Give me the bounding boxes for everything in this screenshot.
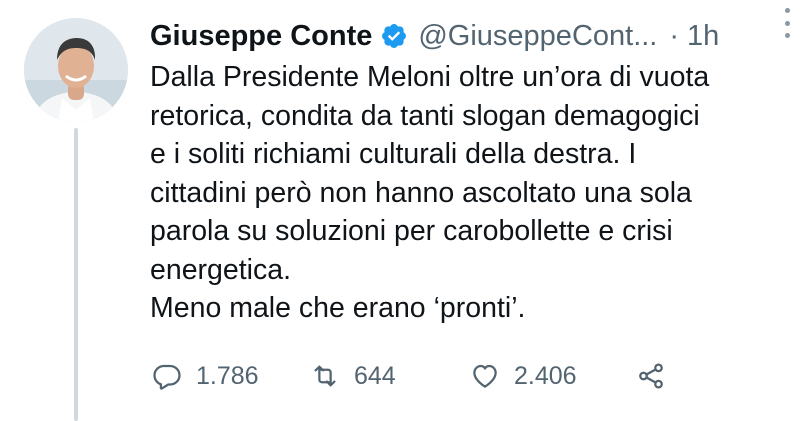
author-name[interactable]: Giuseppe Conte <box>150 20 372 53</box>
verified-badge-icon <box>380 22 408 50</box>
tweet[interactable]: Giuseppe Conte @GiuseppeCont... · 1h Dal… <box>0 0 800 421</box>
tweet-text-line: parola su soluzioni per carobollette e c… <box>150 215 673 247</box>
separator-dot: · <box>669 19 680 52</box>
thread-line <box>74 128 78 421</box>
retweet-icon <box>314 365 336 387</box>
tweet-text-line: retorica, condita da tanti slogan demago… <box>150 99 700 132</box>
share-button[interactable] <box>636 356 680 396</box>
more-options-icon[interactable] <box>782 8 792 38</box>
like-button[interactable]: 2.406 <box>470 356 577 396</box>
tweet-text-line: cittadini però non hanno ascoltato una s… <box>150 176 692 209</box>
author-handle[interactable]: @GiuseppeCont... <box>418 20 657 53</box>
reply-icon <box>153 364 181 390</box>
heart-icon <box>473 364 497 388</box>
reply-button[interactable]: 1.786 <box>152 356 259 396</box>
timestamp[interactable]: 1h <box>687 20 719 53</box>
avatar[interactable] <box>24 18 128 122</box>
tweet-text-line: energetica. <box>150 253 292 286</box>
share-icon <box>639 363 663 389</box>
retweet-count: 644 <box>354 361 396 390</box>
avatar-photo <box>24 18 128 122</box>
tweet-text-line: Dalla Presidente Meloni oltre un’ora di … <box>150 61 710 93</box>
tweet-text-line: Meno male che erano ‘pronti’. <box>150 292 526 324</box>
retweet-button[interactable]: 644 <box>310 356 396 396</box>
tweet-text-line: e i soliti richiami culturali della dest… <box>150 138 637 170</box>
tweet-text: Dalla Presidente Meloni oltre un’ora di … <box>150 58 780 328</box>
like-count: 2.406 <box>514 361 577 390</box>
reply-count: 1.786 <box>196 361 259 390</box>
tweet-header: Giuseppe Conte @GiuseppeCont... · 1h <box>150 14 780 58</box>
action-bar: 1.786 644 2.406 <box>150 356 710 396</box>
